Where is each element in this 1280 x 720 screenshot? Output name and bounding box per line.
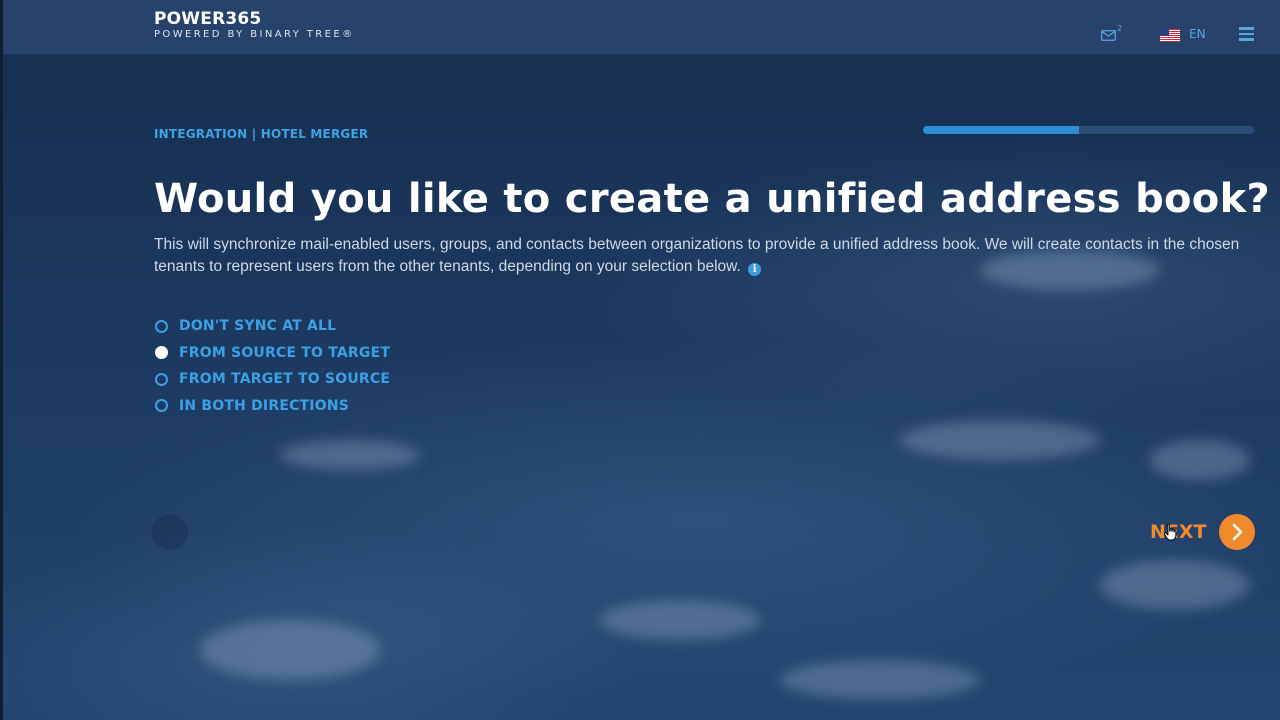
us-flag-icon[interactable] — [1160, 29, 1180, 42]
next-label: NEXT — [1150, 521, 1207, 543]
radio-button[interactable] — [155, 399, 168, 413]
info-icon[interactable]: i — [748, 263, 762, 276]
breadcrumb: INTEGRATION | HOTEL MERGER — [154, 127, 369, 141]
chevron-right-icon — [1232, 523, 1242, 541]
description-text: This will synchronize mail-enabled users… — [154, 236, 1240, 275]
back-button-hidden — [152, 514, 188, 550]
hand-cursor-icon — [1163, 523, 1177, 541]
option-label: IN BOTH DIRECTIONS — [179, 397, 350, 414]
language-selector[interactable]: EN — [1189, 27, 1206, 41]
option-label: DON'T SYNC AT ALL — [179, 318, 337, 335]
radio-button[interactable] — [155, 346, 168, 360]
top-header: POWER365 POWERED BY BINARY TREE® 2 EN — [3, 0, 1280, 55]
envelope-icon — [1101, 30, 1116, 41]
hamburger-menu-icon[interactable] — [1239, 27, 1254, 41]
radio-button[interactable] — [155, 372, 168, 386]
mail-button[interactable]: 2 — [1101, 24, 1123, 44]
page-title: Would you like to create a unified addre… — [154, 176, 1270, 222]
progress-bar — [923, 126, 1254, 134]
option-target-to-source[interactable]: FROM TARGET TO SOURCE — [154, 366, 390, 393]
radio-button[interactable] — [155, 319, 168, 333]
next-arrow-button[interactable] — [1218, 514, 1255, 550]
progress-fill — [923, 126, 1079, 134]
logo-title: POWER365 — [154, 9, 262, 29]
option-source-to-target[interactable]: FROM SOURCE TO TARGET — [154, 340, 390, 367]
sync-options: DON'T SYNC AT ALL FROM SOURCE TO TARGET … — [154, 313, 390, 419]
left-edge — [0, 0, 3, 720]
option-dont-sync[interactable]: DON'T SYNC AT ALL — [154, 313, 390, 340]
option-both-directions[interactable]: IN BOTH DIRECTIONS — [154, 393, 390, 420]
logo-subtitle: POWERED BY BINARY TREE® — [154, 29, 355, 40]
option-label: FROM TARGET TO SOURCE — [179, 371, 391, 388]
option-label: FROM SOURCE TO TARGET — [179, 344, 391, 361]
page-description: This will synchronize mail-enabled users… — [154, 234, 1249, 278]
power365-logo[interactable]: POWER365 POWERED BY BINARY TREE® — [154, 9, 354, 41]
mail-count-badge: 2 — [1117, 24, 1123, 33]
